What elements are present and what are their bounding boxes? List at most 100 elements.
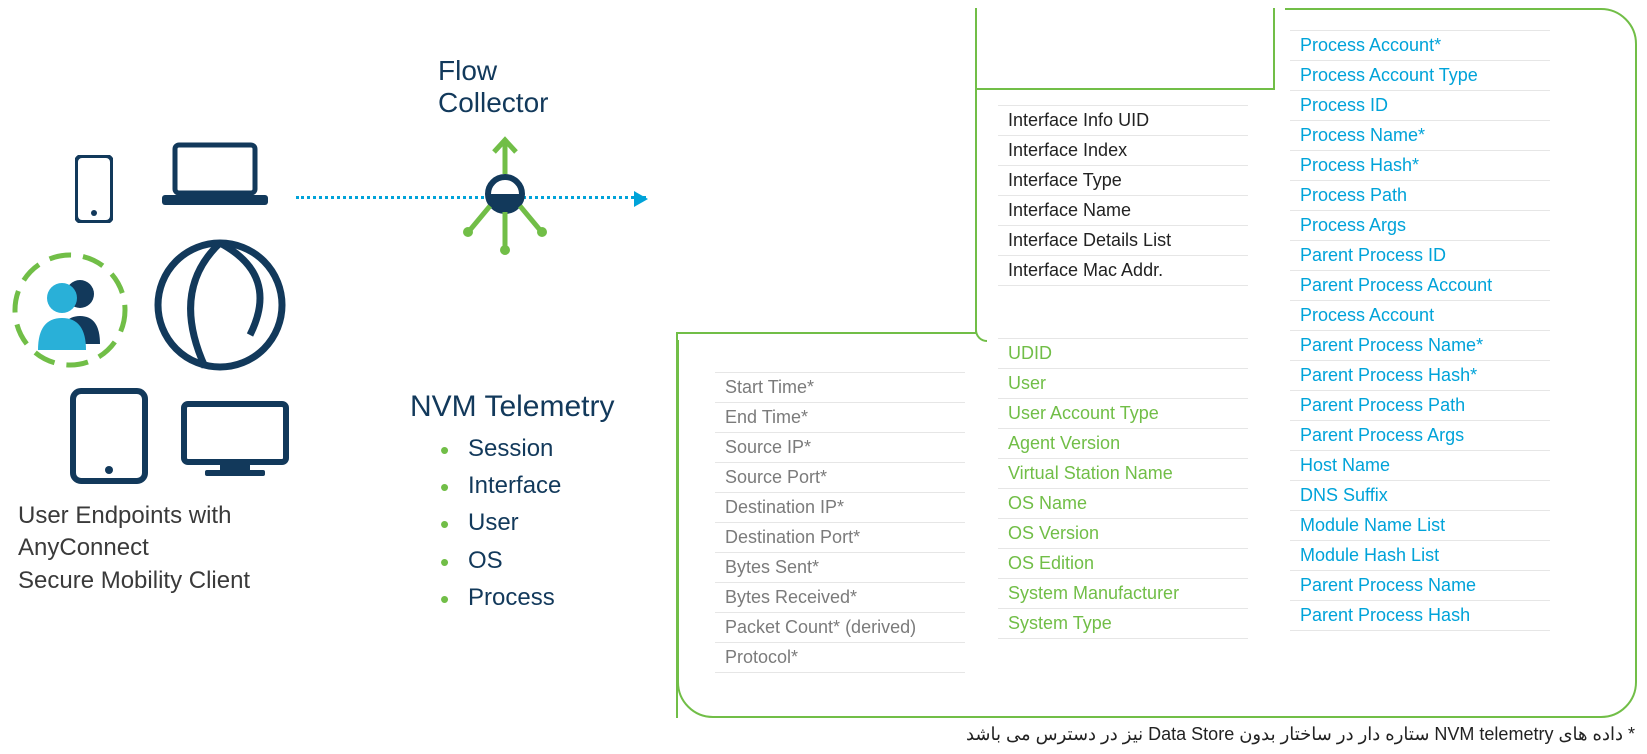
field-row: Process ID xyxy=(1290,91,1550,121)
field-cell: Agent Version xyxy=(998,429,1248,459)
field-row: Source IP* xyxy=(715,433,965,463)
field-cell: Destination Port* xyxy=(715,523,965,553)
field-cell: User Account Type xyxy=(998,399,1248,429)
field-cell: Parent Process Hash* xyxy=(1290,361,1550,391)
field-cell: Source IP* xyxy=(715,433,965,463)
field-row: Process Path xyxy=(1290,181,1550,211)
field-row: Virtual Station Name xyxy=(998,459,1248,489)
field-cell: Protocol* xyxy=(715,643,965,673)
field-cell: Interface Type xyxy=(998,166,1248,196)
people-icon xyxy=(10,250,130,370)
field-row: OS Edition xyxy=(998,549,1248,579)
field-row: UDID xyxy=(998,339,1248,369)
field-row: Process Account xyxy=(1290,301,1550,331)
telemetry-list: SessionInterfaceUserOSProcess xyxy=(440,430,561,616)
field-row: Agent Version xyxy=(998,429,1248,459)
telemetry-item: Interface xyxy=(440,467,561,504)
field-cell: OS Version xyxy=(998,519,1248,549)
field-cell: Interface Mac Addr. xyxy=(998,256,1248,286)
globe-icon xyxy=(150,235,290,375)
field-row: Interface Mac Addr. xyxy=(998,256,1248,286)
field-row: System Manufacturer xyxy=(998,579,1248,609)
field-row: Interface Info UID xyxy=(998,106,1248,136)
field-row: Parent Process Name xyxy=(1290,571,1550,601)
field-row: Protocol* xyxy=(715,643,965,673)
field-row: Process Name* xyxy=(1290,121,1550,151)
field-cell: Start Time* xyxy=(715,373,965,403)
field-row: Bytes Received* xyxy=(715,583,965,613)
field-cell: Parent Process Path xyxy=(1290,391,1550,421)
flow-collector-icon xyxy=(460,130,550,260)
telemetry-item: Process xyxy=(440,579,561,616)
field-row: Module Name List xyxy=(1290,511,1550,541)
field-cell: Bytes Received* xyxy=(715,583,965,613)
flow-collector-label: Flow Collector xyxy=(438,55,548,119)
field-row: Parent Process ID xyxy=(1290,241,1550,271)
field-cell: OS Name xyxy=(998,489,1248,519)
field-cell: Parent Process Hash xyxy=(1290,601,1550,631)
endpoints-caption: User Endpoints with AnyConnect Secure Mo… xyxy=(18,500,250,597)
field-cell: Process Account xyxy=(1290,301,1550,331)
field-cell: DNS Suffix xyxy=(1290,481,1550,511)
field-row: Parent Process Account xyxy=(1290,271,1550,301)
field-cell: Interface Index xyxy=(998,136,1248,166)
field-row: Module Hash List xyxy=(1290,541,1550,571)
process-fields-table: Process Account*Process Account TypeProc… xyxy=(1290,30,1550,631)
telemetry-item: OS xyxy=(440,542,561,579)
field-row: Process Account* xyxy=(1290,31,1550,61)
field-cell: Process Path xyxy=(1290,181,1550,211)
field-cell: Destination IP* xyxy=(715,493,965,523)
field-cell: Parent Process Name xyxy=(1290,571,1550,601)
field-cell: Interface Name xyxy=(998,196,1248,226)
field-cell: Virtual Station Name xyxy=(998,459,1248,489)
field-row: Process Account Type xyxy=(1290,61,1550,91)
field-row: Interface Index xyxy=(998,136,1248,166)
field-cell: UDID xyxy=(998,339,1248,369)
field-row: DNS Suffix xyxy=(1290,481,1550,511)
field-row: Parent Process Name* xyxy=(1290,331,1550,361)
field-row: System Type xyxy=(998,609,1248,639)
field-row: Start Time* xyxy=(715,373,965,403)
field-cell: OS Edition xyxy=(998,549,1248,579)
interface-fields-table: Interface Info UIDInterface IndexInterfa… xyxy=(998,105,1248,286)
telemetry-item: User xyxy=(440,504,561,541)
footnote-text: * داده های NVM telemetry ستاره دار در سا… xyxy=(845,724,1635,745)
field-row: User Account Type xyxy=(998,399,1248,429)
field-cell: Interface Details List xyxy=(998,226,1248,256)
field-row: Parent Process Hash* xyxy=(1290,361,1550,391)
field-cell: System Type xyxy=(998,609,1248,639)
monitor-icon xyxy=(180,400,290,480)
field-row: Packet Count* (derived) xyxy=(715,613,965,643)
field-cell: Process ID xyxy=(1290,91,1550,121)
field-row: Interface Details List xyxy=(998,226,1248,256)
field-row: User xyxy=(998,369,1248,399)
field-cell: Process Account Type xyxy=(1290,61,1550,91)
field-row: Source Port* xyxy=(715,463,965,493)
field-cell: Parent Process Account xyxy=(1290,271,1550,301)
field-row: OS Name xyxy=(998,489,1248,519)
field-row: Host Name xyxy=(1290,451,1550,481)
field-row: Parent Process Args xyxy=(1290,421,1550,451)
field-cell: Module Hash List xyxy=(1290,541,1550,571)
field-row: Process Hash* xyxy=(1290,151,1550,181)
field-cell: Parent Process ID xyxy=(1290,241,1550,271)
field-cell: Process Args xyxy=(1290,211,1550,241)
field-row: End Time* xyxy=(715,403,965,433)
field-row: Parent Process Hash xyxy=(1290,601,1550,631)
field-cell: Parent Process Args xyxy=(1290,421,1550,451)
field-row: Interface Type xyxy=(998,166,1248,196)
field-cell: End Time* xyxy=(715,403,965,433)
field-cell: Host Name xyxy=(1290,451,1550,481)
field-cell: Source Port* xyxy=(715,463,965,493)
telemetry-item: Session xyxy=(440,430,561,467)
user-os-fields-table: UDIDUserUser Account TypeAgent VersionVi… xyxy=(998,338,1248,639)
field-cell: Process Name* xyxy=(1290,121,1550,151)
field-cell: Process Hash* xyxy=(1290,151,1550,181)
field-cell: Bytes Sent* xyxy=(715,553,965,583)
field-row: OS Version xyxy=(998,519,1248,549)
field-row: Process Args xyxy=(1290,211,1550,241)
session-fields-table: Start Time*End Time*Source IP*Source Por… xyxy=(715,372,965,673)
field-cell: Packet Count* (derived) xyxy=(715,613,965,643)
field-cell: Module Name List xyxy=(1290,511,1550,541)
field-row: Destination Port* xyxy=(715,523,965,553)
